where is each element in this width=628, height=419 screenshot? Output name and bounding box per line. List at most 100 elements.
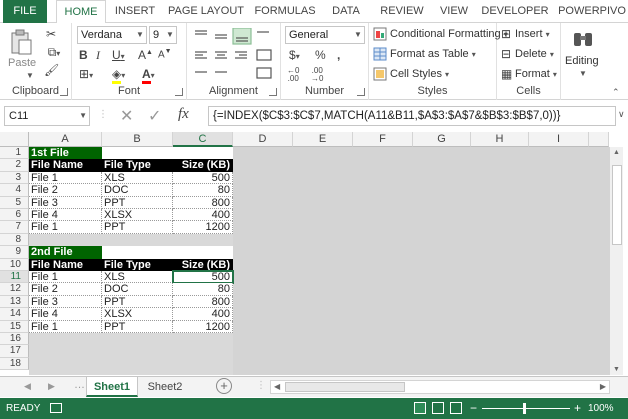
column-header-h[interactable]: H	[471, 132, 529, 147]
table2-cell[interactable]: XLSX	[102, 308, 173, 321]
table2-cell[interactable]: DOC	[102, 283, 173, 296]
scroll-down-icon[interactable]: ▼	[613, 366, 620, 373]
table1-cell[interactable]: PPT	[102, 196, 173, 209]
tab-review[interactable]: REVIEW	[376, 0, 428, 23]
number-format-select[interactable]: General ▼	[285, 26, 365, 44]
column-header-d[interactable]: D	[233, 132, 293, 147]
row-header[interactable]: 1	[0, 147, 29, 160]
page-break-view-icon[interactable]	[450, 402, 462, 414]
copy-icon[interactable]: ⧉▾	[44, 45, 64, 59]
cell-blank[interactable]	[102, 147, 233, 160]
font-size-select[interactable]: 9 ▼	[149, 26, 177, 44]
font-name-select[interactable]: Verdana ▼	[77, 26, 147, 44]
scroll-up-icon[interactable]: ▲	[613, 149, 620, 156]
row-header[interactable]: 3	[0, 171, 29, 185]
row-header[interactable]: 9	[0, 246, 29, 259]
row-header[interactable]: 7	[0, 221, 29, 234]
row-header[interactable]: 6	[0, 209, 29, 222]
table1-cell[interactable]: 80	[173, 184, 233, 197]
table2-header-file-name[interactable]: File Name	[29, 258, 102, 271]
fill-color-icon[interactable]: ◈▾	[112, 67, 125, 84]
increase-font-icon[interactable]: A▲	[138, 48, 153, 62]
horizontal-scroll-thumb[interactable]	[285, 382, 405, 392]
column-header-b[interactable]: B	[102, 132, 173, 147]
zoom-slider-track[interactable]	[482, 408, 570, 409]
macro-record-icon[interactable]	[50, 403, 62, 413]
row-header[interactable]: 8	[0, 233, 29, 247]
table1-cell[interactable]: 800	[173, 196, 233, 209]
editing-group[interactable]: Editing ▼	[561, 23, 606, 100]
paste-dropdown-arrow[interactable]: ▼	[26, 69, 34, 81]
table2-cell[interactable]: PPT	[102, 295, 173, 309]
tab-developer[interactable]: DEVELOPER	[480, 0, 550, 23]
alignment-launcher-icon[interactable]	[269, 88, 277, 96]
column-header-g[interactable]: G	[413, 132, 471, 147]
decrease-decimal-icon[interactable]: .00 →0	[311, 67, 323, 83]
font-launcher-icon[interactable]	[175, 88, 183, 96]
table1-title[interactable]: 1st File	[29, 147, 102, 160]
table2-cell[interactable]: XLS	[102, 271, 173, 284]
table2-header-file-type[interactable]: File Type	[102, 258, 173, 271]
font-color-icon[interactable]: A▾	[142, 67, 155, 84]
row-header[interactable]: 5	[0, 196, 29, 209]
empty-cells-area[interactable]	[233, 147, 609, 375]
row-header[interactable]: 14	[0, 308, 29, 321]
normal-view-icon[interactable]	[414, 402, 426, 414]
row-header[interactable]: 12	[0, 283, 29, 296]
row-header[interactable]: 15	[0, 320, 29, 333]
column-header-c[interactable]: C	[173, 132, 233, 147]
cell-blank[interactable]	[102, 246, 233, 259]
paste-button[interactable]	[8, 29, 34, 57]
table1-cell[interactable]: XLSX	[102, 209, 173, 222]
formula-input[interactable]: {=INDEX($C$3:$C$7,MATCH(A11&B11,$A$3:$A$…	[208, 106, 616, 126]
table1-header-file-name[interactable]: File Name	[29, 159, 102, 172]
column-header-i[interactable]: I	[529, 132, 589, 147]
table2-cell[interactable]: File 1	[29, 320, 102, 333]
enter-formula-icon[interactable]: ✓	[148, 106, 161, 126]
table2-cell[interactable]: 1200	[173, 320, 233, 333]
table2-header-size[interactable]: Size (KB)	[173, 258, 233, 271]
tab-page-layout[interactable]: PAGE LAYOUT	[166, 0, 246, 23]
table2-cell[interactable]: 80	[173, 283, 233, 296]
decrease-font-icon[interactable]: A▼	[158, 48, 172, 60]
table2-cell[interactable]: 400	[173, 308, 233, 321]
active-cell-c11[interactable]: 500	[172, 269, 234, 285]
row-header[interactable]: 16	[0, 333, 29, 346]
cancel-formula-icon[interactable]: ✕	[120, 106, 133, 126]
number-launcher-icon[interactable]	[357, 88, 365, 96]
tab-file[interactable]: FILE	[3, 0, 47, 23]
table1-cell[interactable]: PPT	[102, 221, 173, 234]
tab-formulas[interactable]: FORMULAS	[252, 0, 318, 23]
zoom-in-icon[interactable]: +	[574, 398, 581, 419]
table2-cell[interactable]: File 2	[29, 283, 102, 296]
row-header[interactable]: 17	[0, 345, 29, 358]
cut-icon[interactable]: ✂	[44, 27, 58, 41]
editing-dropdown-arrow[interactable]: ▼	[579, 67, 587, 79]
scroll-left-icon[interactable]: ◀	[274, 382, 280, 391]
prev-sheet-icon[interactable]: ◀	[24, 381, 31, 392]
select-all-corner[interactable]	[0, 132, 29, 147]
column-header-a[interactable]: A	[29, 132, 102, 147]
cell-blank[interactable]	[29, 233, 233, 247]
borders-icon[interactable]: ⊞▾	[79, 67, 93, 81]
sheet-tab-sheet2[interactable]: Sheet2	[140, 377, 190, 397]
column-header-f[interactable]: F	[353, 132, 413, 147]
table1-cell[interactable]: XLS	[102, 171, 173, 185]
zoom-slider-thumb[interactable]	[523, 403, 526, 414]
more-sheets-icon[interactable]: …	[74, 379, 85, 391]
tab-view[interactable]: VIEW	[434, 0, 474, 23]
table1-cell[interactable]: 1200	[173, 221, 233, 234]
insert-function-button[interactable]: fx	[178, 106, 189, 123]
table2-title[interactable]: 2nd File	[29, 246, 102, 259]
sheet-tab-sheet1[interactable]: Sheet1	[86, 377, 138, 397]
table2-cell[interactable]: PPT	[102, 320, 173, 333]
row-header[interactable]: 2	[0, 159, 29, 172]
conditional-formatting-button[interactable]: Conditional Formatting ▾	[390, 28, 508, 40]
currency-icon[interactable]: $▾	[289, 48, 300, 62]
new-sheet-icon[interactable]: +	[216, 378, 232, 394]
table2-cell[interactable]: File 1	[29, 271, 102, 284]
row-header[interactable]: 13	[0, 295, 29, 309]
table1-cell[interactable]: File 3	[29, 196, 102, 209]
expand-formula-bar-icon[interactable]: ∨	[618, 109, 625, 120]
table1-cell[interactable]: 500	[173, 171, 233, 185]
